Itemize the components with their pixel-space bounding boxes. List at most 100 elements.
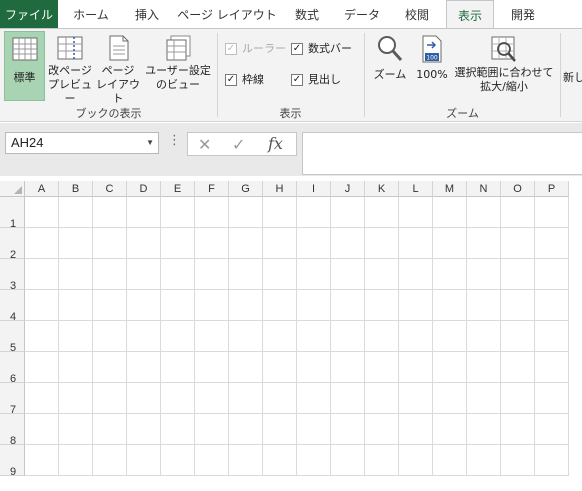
cell[interactable] — [501, 290, 535, 321]
row-header[interactable]: 1 — [0, 197, 25, 230]
cell[interactable] — [59, 197, 93, 228]
cell[interactable] — [399, 197, 433, 228]
cell[interactable] — [399, 259, 433, 290]
page-break-preview-button[interactable]: 改ページ プレビュー — [47, 31, 93, 105]
cell[interactable] — [365, 383, 399, 414]
formula-bar-resize-handle[interactable]: ⋮ — [168, 133, 181, 148]
row-header[interactable]: 8 — [0, 414, 25, 447]
column-header[interactable]: P — [535, 181, 569, 197]
cell[interactable] — [25, 290, 59, 321]
cell[interactable] — [127, 352, 161, 383]
cell[interactable] — [263, 290, 297, 321]
column-header[interactable]: F — [195, 181, 229, 197]
cell[interactable] — [365, 259, 399, 290]
cell[interactable] — [501, 414, 535, 445]
cell[interactable] — [399, 290, 433, 321]
tab-page-layout[interactable]: ページ レイアウト — [172, 0, 282, 28]
cell[interactable] — [501, 445, 535, 476]
cell[interactable] — [331, 259, 365, 290]
column-header[interactable]: E — [161, 181, 195, 197]
cell[interactable] — [161, 383, 195, 414]
cell[interactable] — [93, 290, 127, 321]
cell[interactable] — [25, 445, 59, 476]
cell[interactable] — [127, 383, 161, 414]
cell[interactable] — [365, 228, 399, 259]
page-layout-view-button[interactable]: ページ レイアウト — [95, 31, 141, 105]
cell[interactable] — [535, 445, 569, 476]
cell[interactable] — [263, 197, 297, 228]
cell[interactable] — [297, 321, 331, 352]
cell[interactable] — [331, 290, 365, 321]
cell[interactable] — [127, 197, 161, 228]
cell[interactable] — [433, 445, 467, 476]
cell[interactable] — [127, 290, 161, 321]
cell[interactable] — [93, 352, 127, 383]
cell[interactable] — [365, 321, 399, 352]
column-header[interactable]: D — [127, 181, 161, 197]
cell[interactable] — [25, 228, 59, 259]
zoom-100-button[interactable]: 100 100% — [413, 31, 451, 101]
cell[interactable] — [127, 321, 161, 352]
cell[interactable] — [263, 321, 297, 352]
tab-view[interactable]: 表示 — [446, 0, 494, 29]
row-header[interactable]: 9 — [0, 445, 25, 478]
cell[interactable] — [161, 445, 195, 476]
cell[interactable] — [535, 352, 569, 383]
cell[interactable] — [331, 383, 365, 414]
cell[interactable] — [467, 352, 501, 383]
select-all-button[interactable] — [0, 181, 25, 197]
cell[interactable] — [59, 445, 93, 476]
cell[interactable] — [195, 290, 229, 321]
cell[interactable] — [25, 352, 59, 383]
cell[interactable] — [467, 197, 501, 228]
cell[interactable] — [467, 290, 501, 321]
cell[interactable] — [161, 414, 195, 445]
cell[interactable] — [399, 352, 433, 383]
row-header[interactable]: 2 — [0, 228, 25, 261]
cell[interactable] — [161, 259, 195, 290]
cell[interactable] — [263, 259, 297, 290]
cell[interactable] — [501, 352, 535, 383]
cell[interactable] — [433, 290, 467, 321]
tab-developer[interactable]: 開発 — [498, 0, 548, 28]
column-header[interactable]: I — [297, 181, 331, 197]
cell[interactable] — [399, 321, 433, 352]
cell[interactable] — [501, 259, 535, 290]
row-header[interactable]: 5 — [0, 321, 25, 354]
cell[interactable] — [297, 383, 331, 414]
cell[interactable] — [365, 197, 399, 228]
cell[interactable] — [399, 414, 433, 445]
name-box[interactable]: AH24 ▼ — [5, 132, 159, 154]
cell[interactable] — [59, 321, 93, 352]
cell[interactable] — [59, 352, 93, 383]
cell[interactable] — [331, 228, 365, 259]
row-header[interactable]: 6 — [0, 352, 25, 385]
cell[interactable] — [161, 197, 195, 228]
cell[interactable] — [467, 228, 501, 259]
cell[interactable] — [195, 383, 229, 414]
cell[interactable] — [433, 228, 467, 259]
cell[interactable] — [59, 383, 93, 414]
ruler-checkbox[interactable]: ✓ ルーラー — [225, 41, 286, 57]
cell[interactable] — [93, 228, 127, 259]
cell[interactable] — [229, 414, 263, 445]
column-header[interactable]: M — [433, 181, 467, 197]
cell[interactable] — [331, 352, 365, 383]
cell[interactable] — [535, 228, 569, 259]
zoom-button[interactable]: ズーム — [369, 31, 411, 101]
column-header[interactable]: G — [229, 181, 263, 197]
column-header[interactable]: A — [25, 181, 59, 197]
cell[interactable] — [501, 321, 535, 352]
chevron-down-icon[interactable]: ▼ — [146, 133, 154, 153]
column-header[interactable]: J — [331, 181, 365, 197]
cell[interactable] — [501, 383, 535, 414]
tab-home[interactable]: ホーム — [60, 0, 122, 28]
column-header[interactable]: L — [399, 181, 433, 197]
row-header[interactable]: 4 — [0, 290, 25, 323]
cancel-icon[interactable]: ✕ — [198, 135, 211, 154]
zoom-to-selection-button[interactable]: 選択範囲に合わせて 拡大/縮小 — [452, 31, 556, 101]
cell[interactable] — [263, 445, 297, 476]
column-header[interactable]: B — [59, 181, 93, 197]
cell[interactable] — [127, 259, 161, 290]
cell[interactable] — [535, 259, 569, 290]
